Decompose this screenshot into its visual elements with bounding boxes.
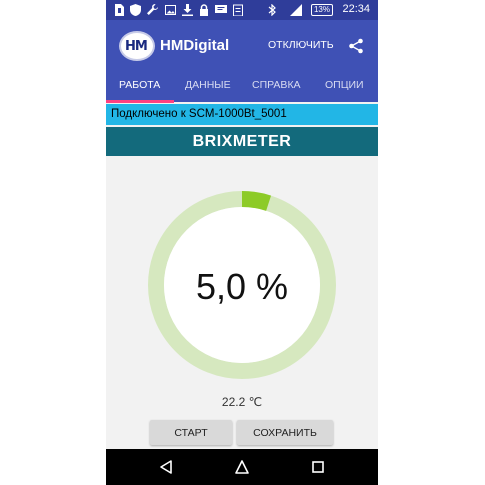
status-bar: 13% 22:34 [106, 0, 378, 20]
lock-icon [200, 4, 208, 16]
app-logo: HM [119, 31, 155, 61]
tab-indicator [106, 100, 174, 103]
tab-work[interactable]: РАБОТА [119, 79, 160, 91]
phone-screen: 13% 22:34 HM HMDigital ОТКЛЮЧИТЬ РАБОТА … [106, 0, 378, 485]
battery-percent: 13% [313, 5, 330, 14]
clipboard-icon [233, 4, 243, 16]
meter-name-header: BRIXMETER [106, 127, 378, 156]
bluetooth-icon [268, 4, 276, 16]
measurement-value: 5,0 % [195, 266, 289, 307]
connection-status-text: Подключено к SCM-1000Bt_5001 [111, 108, 287, 120]
battery-icon: 13% [311, 4, 333, 16]
tab-help[interactable]: СПРАВКА [252, 79, 301, 91]
status-time: 22:34 [342, 3, 370, 15]
back-icon[interactable] [158, 459, 174, 475]
tab-options[interactable]: ОПЦИИ [325, 79, 364, 91]
start-button[interactable]: СТАРТ [150, 420, 232, 445]
logo-text: HM [125, 39, 148, 54]
message-icon [215, 5, 227, 13]
wrench-icon [147, 4, 158, 15]
meter-name: BRIXMETER [192, 133, 292, 150]
temperature-reading: 22.2 ℃ [221, 395, 263, 409]
share-icon[interactable] [348, 38, 364, 54]
save-button[interactable]: СОХРАНИТЬ [237, 420, 333, 445]
signal-icon [290, 4, 302, 16]
app-bar: HM HMDigital ОТКЛЮЧИТЬ РАБОТА ДАННЫЕ СПР… [106, 20, 378, 103]
shield-icon [130, 4, 141, 16]
tab-bar: РАБОТА ДАННЫЕ СПРАВКА ОПЦИИ [106, 74, 378, 103]
recents-icon[interactable] [310, 459, 326, 475]
image-icon [165, 5, 176, 15]
navigation-bar [106, 449, 378, 485]
disconnect-button[interactable]: ОТКЛЮЧИТЬ [268, 39, 334, 51]
app-title: HMDigital [160, 37, 230, 54]
home-icon[interactable] [234, 459, 250, 475]
connection-status-banner: Подключено к SCM-1000Bt_5001 [106, 104, 378, 125]
tab-data[interactable]: ДАННЫЕ [185, 79, 231, 91]
sim-icon [115, 4, 124, 16]
download-icon [182, 4, 193, 16]
gauge-progress-arc [241, 191, 272, 211]
